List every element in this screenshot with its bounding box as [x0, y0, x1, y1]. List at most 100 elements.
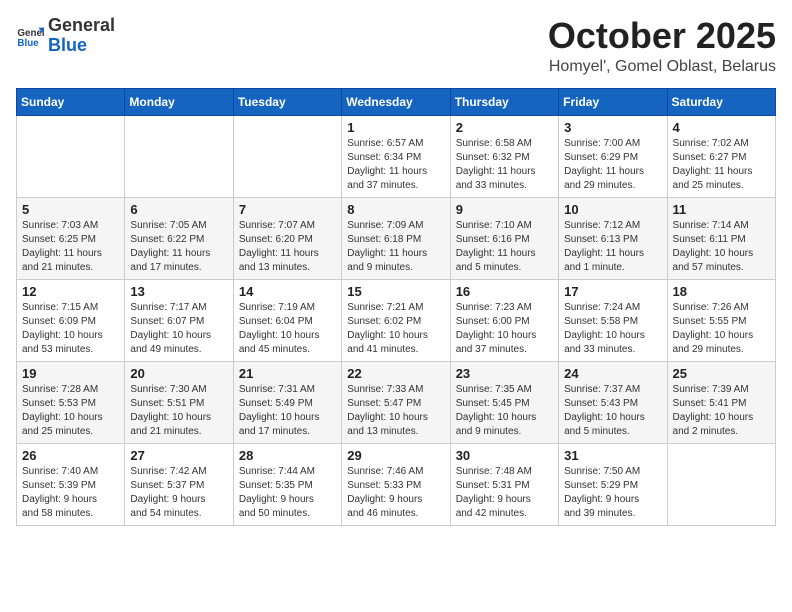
calendar-day-9: 9 Sunrise: 7:10 AMSunset: 6:16 PMDaylight…: [450, 197, 558, 279]
calendar-week-row: 1Sunrise: 6:57 AMSunset: 6:34 PMDaylight…: [17, 115, 776, 197]
logo-blue: Blue: [48, 36, 115, 56]
calendar-week-row: 19 Sunrise: 7:28 AMSunset: 5:53 PMDayligh…: [17, 361, 776, 443]
day-number: 11: [673, 202, 770, 217]
day-info: Sunrise: 7:46 AMSunset: 5:33 PMDaylight:…: [347, 465, 444, 521]
day-number: 28: [239, 448, 336, 463]
day-info: Sunrise: 7:07 AMSunset: 6:20 PMDaylight:…: [239, 219, 336, 275]
logo: General Blue General Blue: [16, 16, 115, 56]
day-number: 26: [22, 448, 119, 463]
day-info: Sunrise: 7:30 AMSunset: 5:51 PMDaylight:…: [130, 383, 227, 439]
calendar-day-28: 28 Sunrise: 7:44 AMSunset: 5:35 PMDayligh…: [233, 443, 341, 525]
calendar-day-27: 27 Sunrise: 7:42 AMSunset: 5:37 PMDayligh…: [125, 443, 233, 525]
calendar-table: SundayMondayTuesdayWednesdayThursdayFrid…: [16, 88, 776, 526]
day-info: Sunrise: 7:00 AMSunset: 6:29 PMDaylight:…: [564, 137, 661, 193]
day-info: Sunrise: 7:21 AMSunset: 6:02 PMDaylight:…: [347, 301, 444, 357]
day-info: Sunrise: 6:57 AMSunset: 6:34 PMDaylight:…: [347, 137, 444, 193]
day-info: Sunrise: 7:12 AMSunset: 6:13 PMDaylight:…: [564, 219, 661, 275]
calendar-day-19: 19 Sunrise: 7:28 AMSunset: 5:53 PMDayligh…: [17, 361, 125, 443]
column-header-thursday: Thursday: [450, 88, 558, 115]
day-info: Sunrise: 7:24 AMSunset: 5:58 PMDaylight:…: [564, 301, 661, 357]
calendar-week-row: 12Sunrise: 7:15 AMSunset: 6:09 PMDayligh…: [17, 279, 776, 361]
column-header-monday: Monday: [125, 88, 233, 115]
day-number: 20: [130, 366, 227, 381]
day-info: Sunrise: 7:10 AMSunset: 6:16 PMDaylight:…: [456, 219, 553, 275]
day-info: Sunrise: 7:42 AMSunset: 5:37 PMDaylight:…: [130, 465, 227, 521]
day-number: 12: [22, 284, 119, 299]
column-header-tuesday: Tuesday: [233, 88, 341, 115]
day-info: Sunrise: 7:44 AMSunset: 5:35 PMDaylight:…: [239, 465, 336, 521]
day-info: Sunrise: 7:39 AMSunset: 5:41 PMDaylight:…: [673, 383, 770, 439]
svg-text:Blue: Blue: [17, 38, 39, 49]
calendar-day-5: 5 Sunrise: 7:03 AMSunset: 6:25 PMDaylight…: [17, 197, 125, 279]
calendar-day-7: 7 Sunrise: 7:07 AMSunset: 6:20 PMDaylight…: [233, 197, 341, 279]
page-header: General Blue General Blue October 2025 H…: [16, 16, 776, 76]
day-info: Sunrise: 7:26 AMSunset: 5:55 PMDaylight:…: [673, 301, 770, 357]
day-number: 4: [673, 120, 770, 135]
day-number: 18: [673, 284, 770, 299]
day-info: Sunrise: 7:28 AMSunset: 5:53 PMDaylight:…: [22, 383, 119, 439]
calendar-day-3: 3 Sunrise: 7:00 AMSunset: 6:29 PMDaylight…: [559, 115, 667, 197]
empty-day-cell: [667, 443, 775, 525]
calendar-day-18: 18 Sunrise: 7:26 AMSunset: 5:55 PMDayligh…: [667, 279, 775, 361]
day-info: Sunrise: 7:09 AMSunset: 6:18 PMDaylight:…: [347, 219, 444, 275]
day-number: 30: [456, 448, 553, 463]
day-number: 29: [347, 448, 444, 463]
calendar-week-row: 5 Sunrise: 7:03 AMSunset: 6:25 PMDaylight…: [17, 197, 776, 279]
calendar-week-row: 26 Sunrise: 7:40 AMSunset: 5:39 PMDayligh…: [17, 443, 776, 525]
calendar-day-11: 11 Sunrise: 7:14 AMSunset: 6:11 PMDayligh…: [667, 197, 775, 279]
calendar-day-21: 21 Sunrise: 7:31 AMSunset: 5:49 PMDayligh…: [233, 361, 341, 443]
day-number: 21: [239, 366, 336, 381]
calendar-day-10: 10 Sunrise: 7:12 AMSunset: 6:13 PMDayligh…: [559, 197, 667, 279]
day-number: 5: [22, 202, 119, 217]
day-info: Sunrise: 7:14 AMSunset: 6:11 PMDaylight:…: [673, 219, 770, 275]
calendar-day-13: 13Sunrise: 7:17 AMSunset: 6:07 PMDayligh…: [125, 279, 233, 361]
day-info: Sunrise: 7:05 AMSunset: 6:22 PMDaylight:…: [130, 219, 227, 275]
day-number: 2: [456, 120, 553, 135]
day-number: 9: [456, 202, 553, 217]
day-info: Sunrise: 7:48 AMSunset: 5:31 PMDaylight:…: [456, 465, 553, 521]
day-number: 23: [456, 366, 553, 381]
day-info: Sunrise: 7:17 AMSunset: 6:07 PMDaylight:…: [130, 301, 227, 357]
calendar-day-23: 23Sunrise: 7:35 AMSunset: 5:45 PMDayligh…: [450, 361, 558, 443]
calendar-day-30: 30 Sunrise: 7:48 AMSunset: 5:31 PMDayligh…: [450, 443, 558, 525]
day-number: 24: [564, 366, 661, 381]
day-number: 3: [564, 120, 661, 135]
day-info: Sunrise: 7:31 AMSunset: 5:49 PMDaylight:…: [239, 383, 336, 439]
day-number: 16: [456, 284, 553, 299]
column-header-saturday: Saturday: [667, 88, 775, 115]
logo-icon: General Blue: [16, 22, 44, 50]
day-number: 14: [239, 284, 336, 299]
calendar-day-20: 20 Sunrise: 7:30 AMSunset: 5:51 PMDayligh…: [125, 361, 233, 443]
day-number: 19: [22, 366, 119, 381]
calendar-day-25: 25 Sunrise: 7:39 AMSunset: 5:41 PMDayligh…: [667, 361, 775, 443]
day-number: 22: [347, 366, 444, 381]
calendar-day-15: 15Sunrise: 7:21 AMSunset: 6:02 PMDayligh…: [342, 279, 450, 361]
day-info: Sunrise: 7:03 AMSunset: 6:25 PMDaylight:…: [22, 219, 119, 275]
calendar-day-31: 31Sunrise: 7:50 AMSunset: 5:29 PMDayligh…: [559, 443, 667, 525]
day-number: 7: [239, 202, 336, 217]
day-info: Sunrise: 7:40 AMSunset: 5:39 PMDaylight:…: [22, 465, 119, 521]
title-section: October 2025 Homyel', Gomel Oblast, Bela…: [548, 16, 776, 76]
day-info: Sunrise: 6:58 AMSunset: 6:32 PMDaylight:…: [456, 137, 553, 193]
calendar-day-12: 12Sunrise: 7:15 AMSunset: 6:09 PMDayligh…: [17, 279, 125, 361]
calendar-day-4: 4Sunrise: 7:02 AMSunset: 6:27 PMDaylight…: [667, 115, 775, 197]
day-info: Sunrise: 7:19 AMSunset: 6:04 PMDaylight:…: [239, 301, 336, 357]
calendar-day-16: 16Sunrise: 7:23 AMSunset: 6:00 PMDayligh…: [450, 279, 558, 361]
column-header-wednesday: Wednesday: [342, 88, 450, 115]
calendar-day-6: 6 Sunrise: 7:05 AMSunset: 6:22 PMDaylight…: [125, 197, 233, 279]
calendar-header-row: SundayMondayTuesdayWednesdayThursdayFrid…: [17, 88, 776, 115]
calendar-day-17: 17 Sunrise: 7:24 AMSunset: 5:58 PMDayligh…: [559, 279, 667, 361]
day-number: 6: [130, 202, 227, 217]
day-number: 27: [130, 448, 227, 463]
logo-general: General: [48, 16, 115, 36]
day-info: Sunrise: 7:37 AMSunset: 5:43 PMDaylight:…: [564, 383, 661, 439]
day-number: 10: [564, 202, 661, 217]
day-number: 25: [673, 366, 770, 381]
empty-day-cell: [233, 115, 341, 197]
column-header-sunday: Sunday: [17, 88, 125, 115]
month-title: October 2025: [548, 16, 776, 56]
empty-day-cell: [17, 115, 125, 197]
day-number: 17: [564, 284, 661, 299]
day-number: 8: [347, 202, 444, 217]
calendar-day-2: 2 Sunrise: 6:58 AMSunset: 6:32 PMDaylight…: [450, 115, 558, 197]
